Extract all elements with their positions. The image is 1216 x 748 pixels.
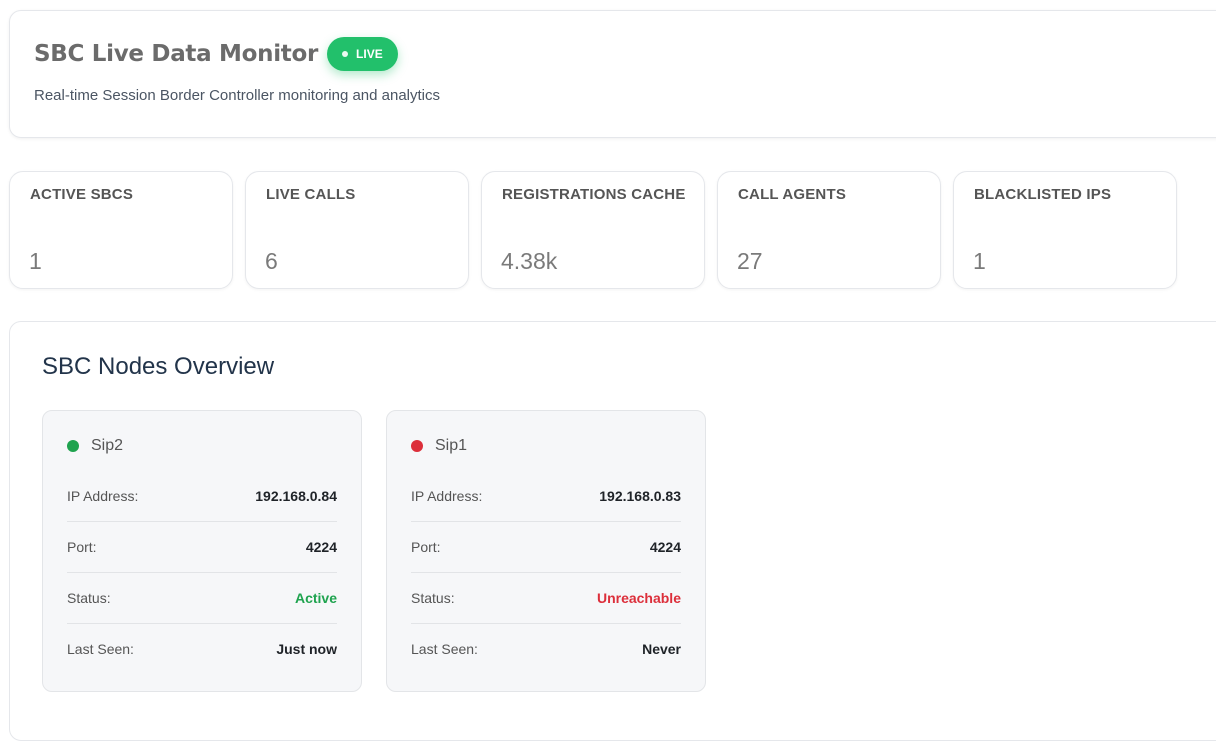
stat-label: LIVE CALLS	[266, 186, 356, 203]
node-name: Sip1	[435, 437, 468, 454]
row-label: Last Seen:	[67, 640, 134, 657]
node-card-sip1[interactable]: Sip1 IP Address: 192.168.0.83 Port: 4224…	[386, 410, 706, 692]
status-value: Unreachable	[596, 590, 681, 606]
stat-value: 27	[737, 248, 763, 274]
ip-row: IP Address: 192.168.0.83	[411, 471, 681, 522]
row-label: IP Address:	[411, 488, 483, 504]
row-label: IP Address:	[67, 488, 139, 504]
stat-card-active-sbcs: ACTIVE SBCS 1	[9, 171, 233, 289]
port-row: Port: 4224	[411, 522, 681, 573]
stat-card-call-agents: CALL AGENTS 27	[717, 171, 941, 289]
status-value: Active	[294, 590, 337, 606]
port-value: 4224	[649, 539, 681, 555]
row-label: Status:	[411, 590, 455, 606]
port-value: 4224	[305, 539, 337, 555]
node-name: Sip2	[91, 437, 124, 454]
node-header: Sip2	[67, 437, 123, 455]
last-seen-row: Last Seen: Just now	[67, 623, 337, 674]
nodes-panel: SBC Nodes Overview Sip2 IP Address: 192.…	[9, 321, 1216, 741]
last-seen-value: Just now	[276, 640, 337, 657]
last-seen-row: Last Seen: Never	[411, 623, 681, 674]
stat-card-registrations-cache: REGISTRATIONS CACHE 4.38k	[481, 171, 705, 289]
page-subtitle: Real-time Session Border Controller moni…	[34, 87, 441, 104]
status-dot-icon	[67, 440, 79, 452]
stat-label: ACTIVE SBCS	[30, 186, 134, 203]
last-seen-value: Never	[642, 640, 681, 657]
status-dot-icon	[411, 440, 423, 452]
row-label: Last Seen:	[411, 640, 478, 657]
nodes-panel-title: SBC Nodes Overview	[42, 353, 275, 380]
stat-card-blacklisted-ips: BLACKLISTED IPS 1	[953, 171, 1177, 289]
row-label: Status:	[67, 590, 111, 606]
ip-row: IP Address: 192.168.0.84	[67, 471, 337, 522]
live-badge: LIVE	[327, 37, 398, 71]
stat-label: REGISTRATIONS CACHE	[502, 186, 686, 203]
stat-value: 1	[973, 248, 986, 274]
live-dot-icon	[342, 51, 349, 57]
ip-value: 192.168.0.83	[599, 488, 681, 504]
ip-value: 192.168.0.84	[255, 488, 337, 504]
stat-label: CALL AGENTS	[738, 186, 847, 203]
stat-value: 4.38k	[501, 248, 558, 274]
status-row: Status: Active	[67, 573, 337, 624]
stat-value: 6	[265, 248, 278, 274]
status-row: Status: Unreachable	[411, 573, 681, 624]
row-label: Port:	[411, 539, 441, 555]
node-card-sip2[interactable]: Sip2 IP Address: 192.168.0.84 Port: 4224…	[42, 410, 362, 692]
stat-label: BLACKLISTED IPS	[974, 186, 1112, 203]
port-row: Port: 4224	[67, 522, 337, 573]
row-label: Port:	[67, 539, 97, 555]
stat-value: 1	[29, 248, 42, 274]
stat-card-live-calls: LIVE CALLS 6	[245, 171, 469, 289]
title-row: SBC Live Data Monitor LIVE	[34, 37, 398, 71]
live-badge-label: LIVE	[356, 47, 383, 61]
node-header: Sip1	[411, 437, 467, 455]
header-card: SBC Live Data Monitor LIVE Real-time Ses…	[9, 10, 1216, 138]
page-title: SBC Live Data Monitor	[34, 41, 319, 67]
